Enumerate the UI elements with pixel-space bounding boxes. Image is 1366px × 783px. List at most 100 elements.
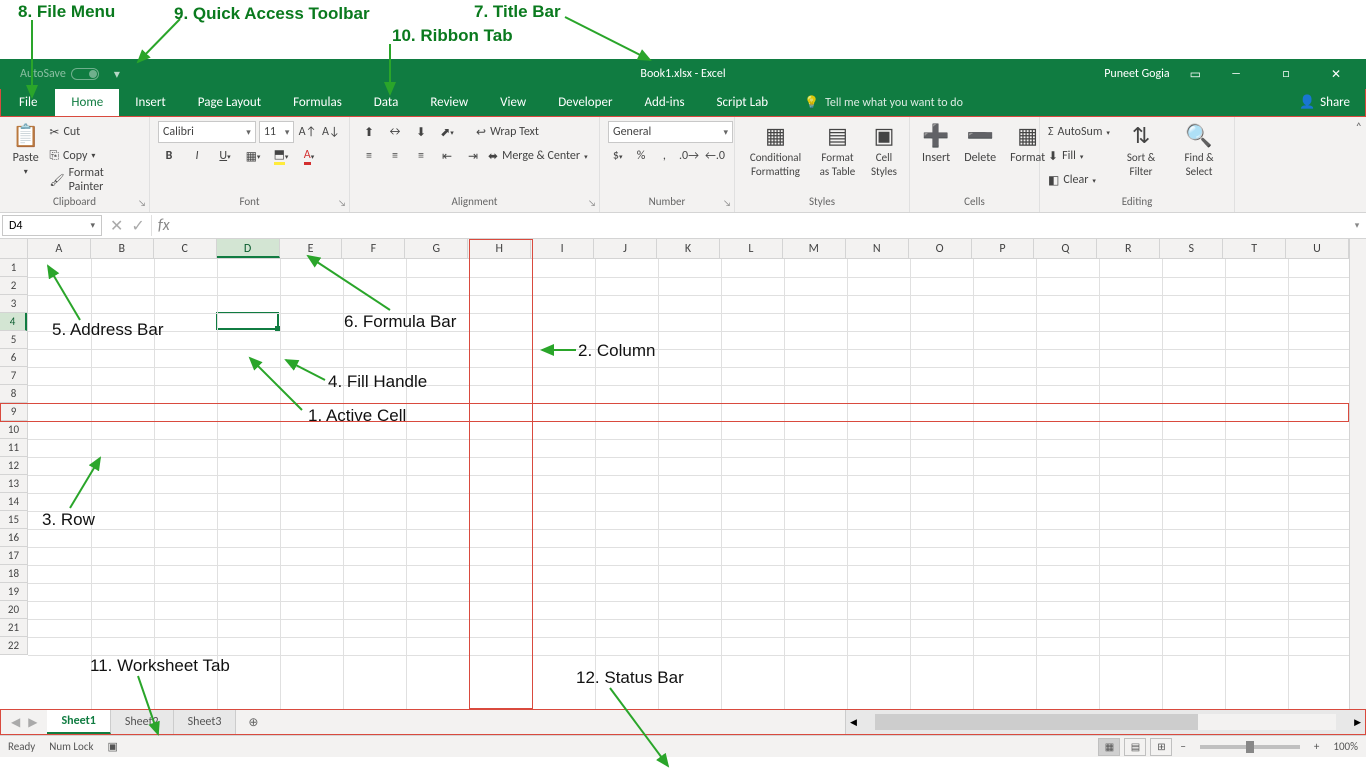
zoom-out-button[interactable]: − <box>1176 740 1189 753</box>
tab-formulas[interactable]: Formulas <box>277 89 358 116</box>
decrease-font-button[interactable]: A↓ <box>321 121 341 143</box>
column-header-M[interactable]: M <box>783 239 846 258</box>
tab-file[interactable]: File <box>1 89 55 116</box>
tab-insert[interactable]: Insert <box>119 89 182 116</box>
select-all-corner[interactable] <box>0 239 28 258</box>
column-header-P[interactable]: P <box>972 239 1035 258</box>
row-header-7[interactable]: 7 <box>0 367 27 385</box>
comma-format-button[interactable]: , <box>655 145 674 167</box>
sheet-tab-2[interactable]: Sheet2 <box>111 710 174 734</box>
sort-filter-button[interactable]: ⇅Sort & Filter <box>1116 121 1166 180</box>
expand-formula-bar[interactable]: ▾ <box>1348 213 1366 238</box>
tell-me-search[interactable]: 💡Tell me what you want to do <box>804 89 963 116</box>
column-header-J[interactable]: J <box>594 239 657 258</box>
increase-font-button[interactable]: A↑ <box>297 121 317 143</box>
row-header-12[interactable]: 12 <box>0 457 27 475</box>
increase-decimal-button[interactable]: .0→ <box>678 145 700 167</box>
column-header-T[interactable]: T <box>1223 239 1286 258</box>
page-break-view-button[interactable]: ⊞ <box>1150 738 1172 756</box>
row-header-16[interactable]: 16 <box>0 529 27 547</box>
tab-add-ins[interactable]: Add-ins <box>628 89 700 116</box>
align-center-button[interactable]: ≡ <box>384 145 406 167</box>
tab-review[interactable]: Review <box>414 89 484 116</box>
clipboard-dialog-launcher[interactable]: ↘ <box>138 198 146 209</box>
paste-button[interactable]: 📋Paste▾ <box>8 121 43 179</box>
sheet-tab-3[interactable]: Sheet3 <box>174 710 237 734</box>
merge-center-button[interactable]: ⬌Merge & Center▾ <box>488 145 588 167</box>
macro-record-icon[interactable]: ▣ <box>108 740 118 753</box>
sheet-tab-1[interactable]: Sheet1 <box>47 710 110 734</box>
column-header-E[interactable]: E <box>280 239 343 258</box>
column-header-A[interactable]: A <box>28 239 91 258</box>
font-dialog-launcher[interactable]: ↘ <box>338 198 346 209</box>
fill-button[interactable]: ⬇Fill▾ <box>1048 145 1110 167</box>
row-header-18[interactable]: 18 <box>0 565 27 583</box>
orientation-button[interactable]: ⬈▾ <box>436 121 458 143</box>
column-header-F[interactable]: F <box>342 239 405 258</box>
worksheet-grid[interactable]: ABCDEFGHIJKLMNOPQRSTU 123456789101112131… <box>0 239 1366 709</box>
format-painter-button[interactable]: 🖌Format Painter <box>49 169 141 191</box>
close-button[interactable]: ✕ <box>1321 67 1351 82</box>
column-header-N[interactable]: N <box>846 239 909 258</box>
align-top-button[interactable]: ⬆ <box>358 121 380 143</box>
row-header-15[interactable]: 15 <box>0 511 27 529</box>
maximize-button[interactable]: □ <box>1271 67 1301 81</box>
align-middle-button[interactable]: ↔ <box>384 121 406 143</box>
minimize-button[interactable]: ― <box>1221 67 1251 81</box>
tab-page-layout[interactable]: Page Layout <box>182 89 277 116</box>
align-right-button[interactable]: ≡ <box>410 145 432 167</box>
enter-formula-icon[interactable]: ✓ <box>131 216 144 236</box>
autosum-button[interactable]: ΣAutoSum▾ <box>1048 121 1110 143</box>
bold-button[interactable]: B <box>158 145 180 167</box>
format-as-table-button[interactable]: ▤Format as Table <box>814 121 861 180</box>
tab-script-lab[interactable]: Script Lab <box>701 89 785 116</box>
align-bottom-button[interactable]: ⬇ <box>410 121 432 143</box>
row-header-2[interactable]: 2 <box>0 277 27 295</box>
tab-developer[interactable]: Developer <box>542 89 628 116</box>
column-header-U[interactable]: U <box>1286 239 1349 258</box>
copy-button[interactable]: ⎘Copy▾ <box>49 145 141 167</box>
column-header-O[interactable]: O <box>909 239 972 258</box>
active-cell[interactable] <box>216 312 279 330</box>
column-header-L[interactable]: L <box>720 239 783 258</box>
number-format-combo[interactable]: General▾ <box>608 121 733 143</box>
autosave-toggle[interactable]: AutoSave <box>20 67 99 81</box>
vertical-scrollbar[interactable] <box>1349 239 1366 709</box>
align-left-button[interactable]: ≡ <box>358 145 380 167</box>
new-sheet-button[interactable]: ⊕ <box>236 710 270 734</box>
user-name[interactable]: Puneet Gogia <box>1104 67 1169 81</box>
row-header-20[interactable]: 20 <box>0 601 27 619</box>
row-header-10[interactable]: 10 <box>0 421 27 439</box>
share-button[interactable]: 👤Share <box>1299 89 1365 116</box>
font-color-button[interactable]: A▾ <box>298 145 320 167</box>
zoom-level[interactable]: 100% <box>1333 740 1358 753</box>
decrease-indent-button[interactable]: ⇤ <box>436 145 458 167</box>
cancel-formula-icon[interactable]: ✕ <box>110 216 123 236</box>
alignment-dialog-launcher[interactable]: ↘ <box>588 198 596 209</box>
tab-view[interactable]: View <box>484 89 542 116</box>
column-header-C[interactable]: C <box>154 239 217 258</box>
insert-cells-button[interactable]: ➕Insert <box>918 121 954 168</box>
zoom-in-button[interactable]: + <box>1310 740 1323 753</box>
sheet-nav-prev[interactable]: ◀ <box>11 715 20 730</box>
row-header-11[interactable]: 11 <box>0 439 27 457</box>
column-header-K[interactable]: K <box>657 239 720 258</box>
row-header-4[interactable]: 4 <box>0 313 27 331</box>
cut-button[interactable]: ✂Cut <box>49 121 141 143</box>
collapse-ribbon-button[interactable]: ˄ <box>1356 121 1362 135</box>
zoom-slider[interactable] <box>1200 745 1300 749</box>
decrease-decimal-button[interactable]: ←.0 <box>704 145 726 167</box>
column-header-D[interactable]: D <box>217 239 280 258</box>
cell-styles-button[interactable]: ▣Cell Styles <box>867 121 901 180</box>
row-header-17[interactable]: 17 <box>0 547 27 565</box>
column-header-I[interactable]: I <box>531 239 594 258</box>
italic-button[interactable]: I <box>186 145 208 167</box>
qat-dropdown[interactable]: ▾ <box>114 67 120 82</box>
column-header-Q[interactable]: Q <box>1034 239 1097 258</box>
increase-indent-button[interactable]: ⇥ <box>462 145 484 167</box>
column-header-G[interactable]: G <box>405 239 468 258</box>
page-layout-view-button[interactable]: ▤ <box>1124 738 1146 756</box>
row-header-9[interactable]: 9 <box>0 403 27 421</box>
row-header-5[interactable]: 5 <box>0 331 27 349</box>
row-header-1[interactable]: 1 <box>0 259 27 277</box>
